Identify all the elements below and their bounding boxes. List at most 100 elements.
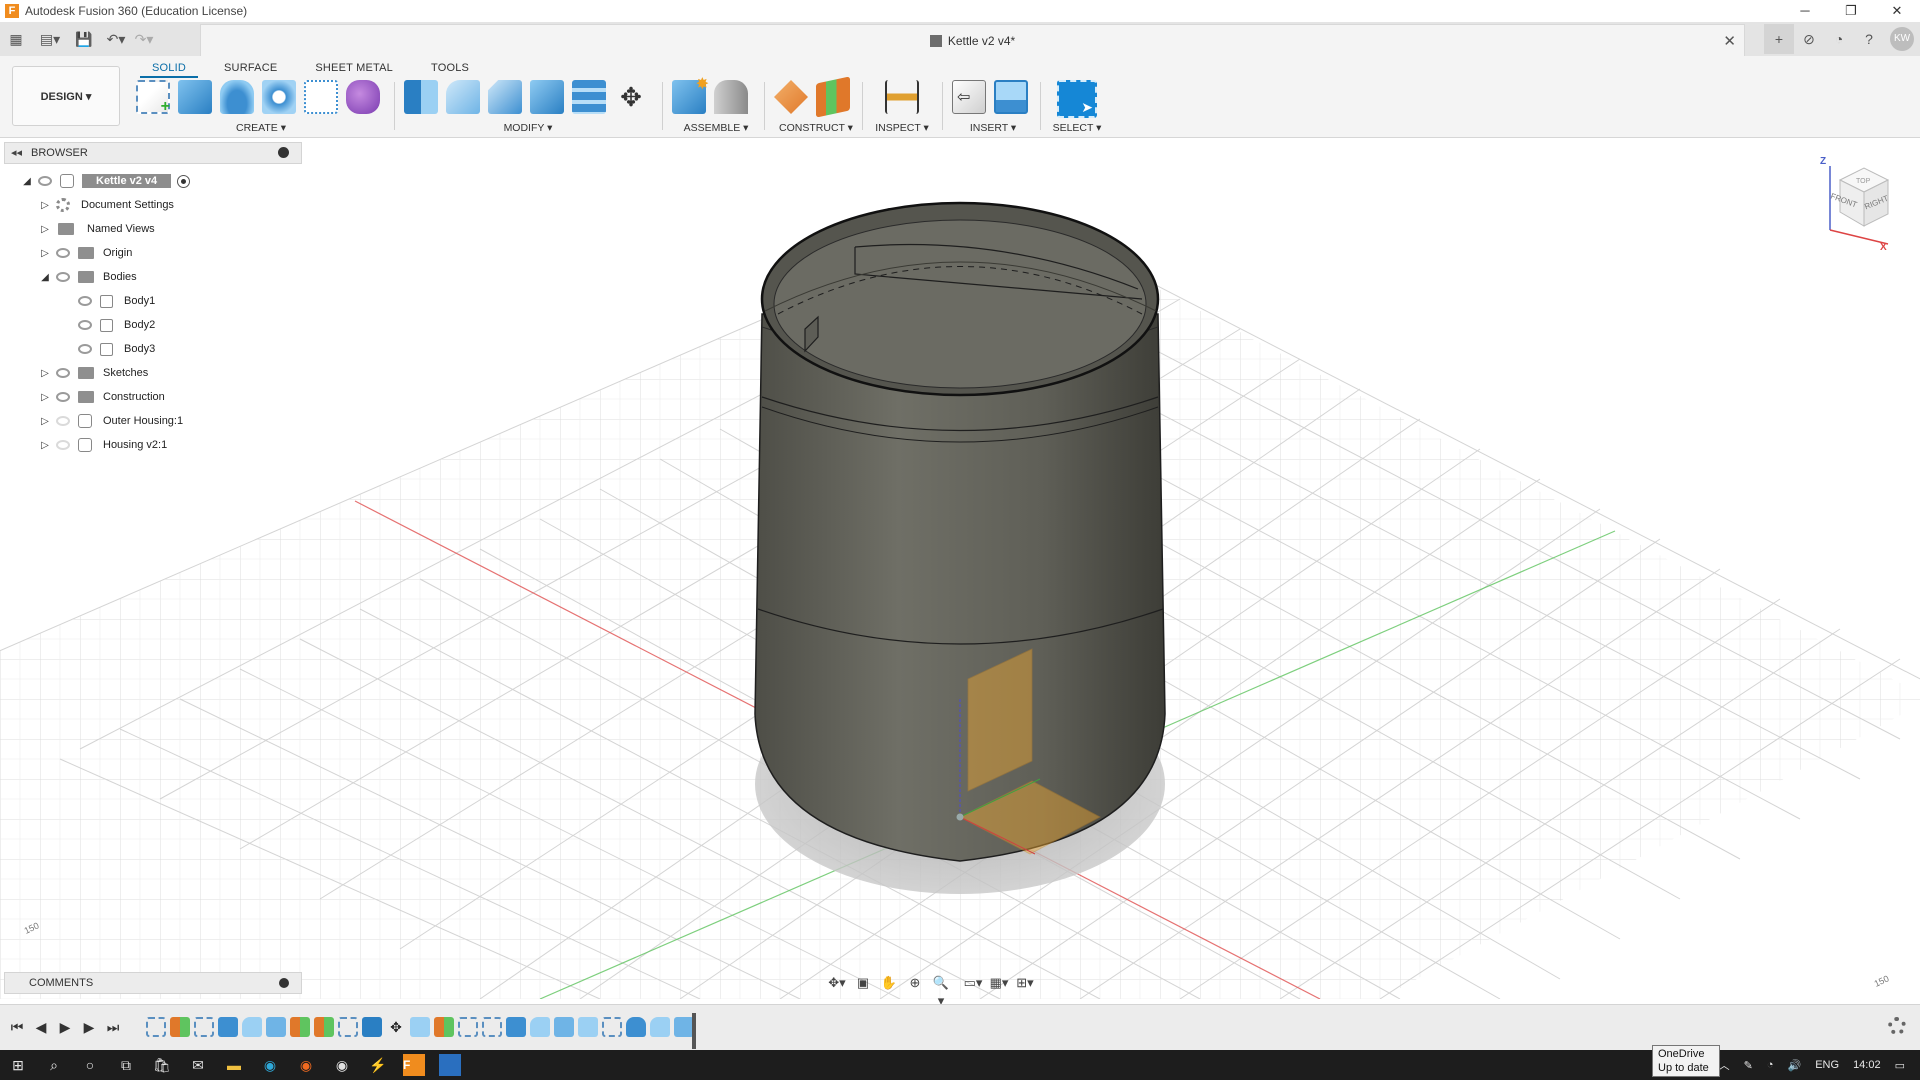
timeline-feature[interactable] (650, 1017, 670, 1037)
new-component-icon[interactable]: ✸ (672, 76, 709, 114)
tree-root[interactable]: ◢ Kettle v2 v4 (20, 171, 191, 191)
close-tab-icon[interactable]: ✕ (1723, 32, 1736, 50)
shell-icon[interactable] (530, 80, 564, 114)
expand-icon[interactable]: ▷ (38, 416, 52, 427)
redo-icon[interactable]: ↷▾ (130, 25, 158, 53)
kettle-body[interactable] (754, 201, 1166, 862)
plane-at-angle-icon[interactable] (816, 76, 850, 118)
wifi-icon[interactable]: ◔ (1760, 1059, 1781, 1071)
volume-icon[interactable]: 🔊 (1781, 1059, 1809, 1072)
activate-radio-icon[interactable] (177, 174, 191, 188)
timeline-feature[interactable] (242, 1017, 262, 1037)
tree-item-body3[interactable]: Body3 (74, 339, 158, 359)
timeline-feature[interactable] (674, 1017, 694, 1037)
visibility-eye-icon[interactable] (78, 344, 92, 354)
pen-icon[interactable]: ✎ (1737, 1059, 1760, 1072)
timeline-feature[interactable] (530, 1017, 550, 1037)
undo-icon[interactable]: ↶▾ (102, 25, 130, 53)
active-app-taskbar-icon[interactable] (439, 1054, 461, 1076)
timeline-feature[interactable] (170, 1017, 190, 1037)
restore-icon[interactable]: ❐ (1828, 0, 1874, 22)
store-icon[interactable]: 🛍 (144, 1050, 180, 1080)
measure-icon[interactable] (885, 80, 919, 114)
timeline-feature[interactable] (506, 1017, 526, 1037)
visibility-eye-icon[interactable] (56, 392, 70, 402)
tree-item-sketches[interactable]: ▷ Sketches (38, 363, 151, 383)
timeline-marker[interactable] (692, 1013, 696, 1049)
timeline-feature[interactable]: ✥ (386, 1017, 406, 1037)
edge-icon[interactable]: ◉ (252, 1050, 288, 1080)
cortana-icon[interactable]: ○ (72, 1050, 108, 1080)
tab-tools[interactable]: TOOLS (419, 58, 481, 78)
browser-panel-header[interactable]: ◂◂ BROWSER (4, 142, 302, 164)
timeline-feature[interactable] (482, 1017, 502, 1037)
notifications-icon[interactable]: ▭ (1888, 1059, 1912, 1072)
go-to-start-icon[interactable]: ⏮ (8, 1019, 26, 1037)
step-back-icon[interactable]: ◀ (32, 1019, 50, 1037)
collapse-icon[interactable]: ◢ (38, 272, 52, 283)
fillet-icon[interactable] (446, 80, 480, 114)
timeline-feature[interactable] (602, 1017, 622, 1037)
add-comment-icon[interactable] (279, 978, 289, 988)
viewcube-top-label[interactable]: TOP (1856, 178, 1870, 185)
hidden-eye-icon[interactable] (56, 416, 70, 426)
revolve-icon[interactable] (220, 80, 254, 114)
hole-icon[interactable] (262, 80, 296, 114)
workspace-switcher-button[interactable]: DESIGN ▾ (12, 66, 120, 126)
step-forward-icon[interactable]: ▶ (80, 1019, 98, 1037)
extrude-icon[interactable] (178, 80, 212, 114)
joint-icon[interactable] (714, 80, 748, 114)
tree-item-construction[interactable]: ▷ Construction (38, 387, 168, 407)
minimize-icon[interactable]: ─ (1782, 0, 1828, 22)
firefox-icon[interactable]: ◉ (288, 1050, 324, 1080)
expand-icon[interactable]: ▷ (38, 224, 52, 235)
fusion-taskbar-icon[interactable]: F (403, 1054, 425, 1076)
app-icon[interactable]: ⚡ (360, 1050, 396, 1080)
close-icon[interactable]: ✕ (1874, 0, 1920, 22)
user-avatar[interactable]: KW (1890, 27, 1914, 51)
look-at-icon[interactable]: ▣ (852, 974, 874, 992)
timeline-feature[interactable] (266, 1017, 286, 1037)
insert-derive-icon[interactable]: ⇦ (952, 80, 986, 114)
pan-icon[interactable]: ✋ (878, 974, 900, 992)
visibility-eye-icon[interactable] (56, 272, 70, 282)
expand-icon[interactable]: ▷ (38, 368, 52, 379)
grid-settings-icon[interactable]: ▦▾ (988, 974, 1010, 992)
timeline-feature[interactable] (218, 1017, 238, 1037)
chamfer-icon[interactable] (488, 80, 522, 114)
expand-icon[interactable]: ▷ (38, 392, 52, 403)
create-sketch-icon[interactable]: + (136, 80, 170, 115)
timeline-feature[interactable] (290, 1017, 310, 1037)
zoom-icon[interactable]: ⊕ (904, 974, 926, 992)
insert-canvas-icon[interactable] (994, 80, 1028, 114)
search-icon[interactable]: ⌕ (36, 1050, 72, 1080)
visibility-eye-icon[interactable] (56, 368, 70, 378)
visibility-eye-icon[interactable] (78, 320, 92, 330)
timeline-feature[interactable] (338, 1017, 358, 1037)
visibility-eye-icon[interactable] (38, 176, 52, 186)
tree-item-bodies[interactable]: ◢ Bodies (38, 267, 140, 287)
offset-plane-icon[interactable] (774, 80, 808, 114)
timeline-feature[interactable] (146, 1017, 166, 1037)
orbit-icon[interactable]: ✥▾ (826, 974, 848, 992)
save-icon[interactable]: 💾 (70, 25, 98, 53)
expand-icon[interactable]: ▷ (38, 440, 52, 451)
tree-item-origin[interactable]: ▷ Origin (38, 243, 135, 263)
comments-panel-header[interactable]: COMMENTS (4, 972, 302, 994)
expand-icon[interactable]: ▷ (38, 200, 52, 211)
tab-surface[interactable]: SURFACE (212, 58, 289, 78)
help-icon[interactable]: ? (1854, 24, 1884, 54)
viewports-icon[interactable]: ⊞▾ (1014, 974, 1036, 992)
tree-item-outer-housing[interactable]: ▷ Outer Housing:1 (38, 411, 186, 431)
tree-item-body1[interactable]: Body1 (74, 291, 158, 311)
chrome-icon[interactable]: ◉ (324, 1050, 360, 1080)
timeline-feature[interactable] (578, 1017, 598, 1037)
clock[interactable]: 14:02 (1846, 1059, 1888, 1071)
language-indicator[interactable]: ENG (1808, 1059, 1846, 1071)
timeline-feature[interactable] (194, 1017, 214, 1037)
fit-icon[interactable]: 🔍▾ (930, 974, 952, 1008)
timeline-feature[interactable] (362, 1017, 382, 1037)
create-form-icon[interactable] (346, 80, 380, 114)
expand-icon[interactable]: ▷ (38, 248, 52, 259)
press-pull-icon[interactable] (404, 80, 438, 114)
